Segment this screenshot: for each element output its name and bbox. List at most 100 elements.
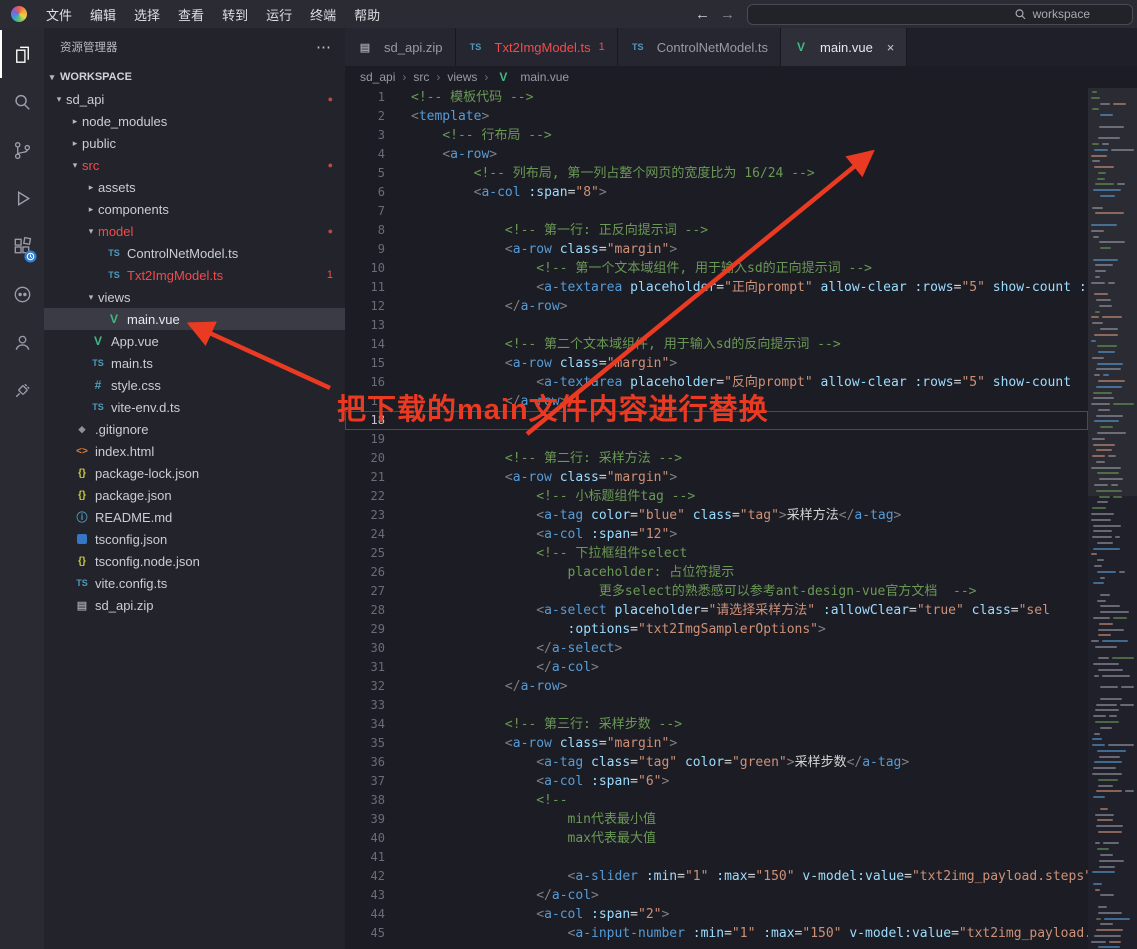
code-line-16[interactable]: 16 <a-textarea placeholder="反向prompt" al… bbox=[345, 373, 1088, 392]
line-number[interactable]: 42 bbox=[345, 867, 385, 886]
tab-sd-api-zip[interactable]: ▤sd_api.zip bbox=[345, 28, 456, 66]
close-icon[interactable]: × bbox=[887, 40, 895, 55]
line-number[interactable]: 37 bbox=[345, 772, 385, 791]
line-number[interactable]: 8 bbox=[345, 221, 385, 240]
code-line-37[interactable]: 37 <a-col :span="6"> bbox=[345, 772, 1088, 791]
code-line-17[interactable]: 17 </a-row> bbox=[345, 392, 1088, 411]
workspace-section-header[interactable]: ▾ WORKSPACE bbox=[44, 66, 345, 88]
code-line-25[interactable]: 25 <!-- 下拉框组件select bbox=[345, 544, 1088, 563]
breadcrumb-item-main-vue[interactable]: Vmain.vue bbox=[495, 70, 569, 84]
tree-item-sd-api-zip[interactable]: ▤sd_api.zip bbox=[44, 594, 345, 616]
more-actions-icon[interactable]: ⋯ bbox=[316, 38, 331, 56]
tree-item-views[interactable]: ▾views bbox=[44, 286, 345, 308]
line-number[interactable]: 31 bbox=[345, 658, 385, 677]
line-number[interactable]: 4 bbox=[345, 145, 385, 164]
code-line-22[interactable]: 22 <!-- 小标题组件tag --> bbox=[345, 487, 1088, 506]
command-search-input[interactable]: workspace bbox=[747, 4, 1133, 25]
line-number[interactable]: 17 bbox=[345, 392, 385, 411]
menu-item-5[interactable]: 运行 bbox=[257, 0, 301, 28]
code-line-20[interactable]: 20 <!-- 第二行: 采样方法 --> bbox=[345, 449, 1088, 468]
line-number[interactable]: 10 bbox=[345, 259, 385, 278]
back-icon[interactable]: ← bbox=[695, 6, 710, 23]
line-number[interactable]: 40 bbox=[345, 829, 385, 848]
code-line-4[interactable]: 4 <a-row> bbox=[345, 145, 1088, 164]
line-number[interactable]: 18 bbox=[345, 411, 385, 430]
run-debug-icon[interactable] bbox=[0, 174, 44, 222]
line-number[interactable]: 33 bbox=[345, 696, 385, 715]
code-line-45[interactable]: 45 <a-input-number :min="1" :max="150" v… bbox=[345, 924, 1088, 943]
line-number[interactable]: 20 bbox=[345, 449, 385, 468]
line-number[interactable]: 15 bbox=[345, 354, 385, 373]
line-number[interactable]: 39 bbox=[345, 810, 385, 829]
code-line-36[interactable]: 36 <a-tag class="tag" color="green">采样步数… bbox=[345, 753, 1088, 772]
menu-item-2[interactable]: 选择 bbox=[125, 0, 169, 28]
tree-item-src[interactable]: ▾src● bbox=[44, 154, 345, 176]
line-number[interactable]: 5 bbox=[345, 164, 385, 183]
code-line-12[interactable]: 12 </a-row> bbox=[345, 297, 1088, 316]
code-line-29[interactable]: 29 :options="txt2ImgSamplerOptions"> bbox=[345, 620, 1088, 639]
line-number[interactable]: 36 bbox=[345, 753, 385, 772]
menu-item-0[interactable]: 文件 bbox=[37, 0, 81, 28]
tree-item-style-css[interactable]: #style.css bbox=[44, 374, 345, 396]
code-line-33[interactable]: 33 bbox=[345, 696, 1088, 715]
code-editor[interactable]: 1<!-- 模板代码 -->2<template>3 <!-- 行布局 -->4… bbox=[345, 88, 1088, 949]
tree-item-package-lock-json[interactable]: {}package-lock.json bbox=[44, 462, 345, 484]
code-line-40[interactable]: 40 max代表最大值 bbox=[345, 829, 1088, 848]
tree-item-gitignore[interactable]: ◆.gitignore bbox=[44, 418, 345, 440]
tree-item-node-modules[interactable]: ▸node_modules bbox=[44, 110, 345, 132]
line-number[interactable]: 3 bbox=[345, 126, 385, 145]
line-number[interactable]: 19 bbox=[345, 430, 385, 449]
tree-item-app-vue[interactable]: VApp.vue bbox=[44, 330, 345, 352]
tab-txt2imgmodel-ts[interactable]: TSTxt2ImgModel.ts1 bbox=[456, 28, 618, 66]
code-line-39[interactable]: 39 min代表最小值 bbox=[345, 810, 1088, 829]
tree-item-index-html[interactable]: <>index.html bbox=[44, 440, 345, 462]
code-line-11[interactable]: 11 <a-textarea placeholder="正向prompt" al… bbox=[345, 278, 1088, 297]
code-line-43[interactable]: 43 </a-col> bbox=[345, 886, 1088, 905]
tree-item-main-ts[interactable]: TSmain.ts bbox=[44, 352, 345, 374]
search-icon[interactable] bbox=[0, 78, 44, 126]
breadcrumb-item-src[interactable]: src bbox=[413, 70, 429, 84]
code-line-30[interactable]: 30 </a-select> bbox=[345, 639, 1088, 658]
copilot-icon[interactable] bbox=[0, 270, 44, 318]
code-line-2[interactable]: 2<template> bbox=[345, 107, 1088, 126]
minimap[interactable] bbox=[1088, 88, 1137, 949]
line-number[interactable]: 9 bbox=[345, 240, 385, 259]
tree-item-assets[interactable]: ▸assets bbox=[44, 176, 345, 198]
code-line-9[interactable]: 9 <a-row class="margin"> bbox=[345, 240, 1088, 259]
menu-item-4[interactable]: 转到 bbox=[213, 0, 257, 28]
menu-item-7[interactable]: 帮助 bbox=[345, 0, 389, 28]
code-line-1[interactable]: 1<!-- 模板代码 --> bbox=[345, 88, 1088, 107]
extensions-icon[interactable] bbox=[0, 222, 44, 270]
tree-item-sd-api[interactable]: ▾sd_api● bbox=[44, 88, 345, 110]
code-line-35[interactable]: 35 <a-row class="margin"> bbox=[345, 734, 1088, 753]
line-number[interactable]: 7 bbox=[345, 202, 385, 221]
line-number[interactable]: 30 bbox=[345, 639, 385, 658]
tree-item-tsconfig-node-json[interactable]: {}tsconfig.node.json bbox=[44, 550, 345, 572]
line-number[interactable]: 27 bbox=[345, 582, 385, 601]
line-number[interactable]: 32 bbox=[345, 677, 385, 696]
line-number[interactable]: 43 bbox=[345, 886, 385, 905]
code-line-7[interactable]: 7 bbox=[345, 202, 1088, 221]
code-line-10[interactable]: 10 <!-- 第一个文本域组件, 用于输入sd的正向提示词 --> bbox=[345, 259, 1088, 278]
tree-item-vite-env-d-ts[interactable]: TSvite-env.d.ts bbox=[44, 396, 345, 418]
line-number[interactable]: 41 bbox=[345, 848, 385, 867]
tree-item-vite-config-ts[interactable]: TSvite.config.ts bbox=[44, 572, 345, 594]
code-line-19[interactable]: 19 bbox=[345, 430, 1088, 449]
tree-item-tsconfig-json[interactable]: tsconfig.json bbox=[44, 528, 345, 550]
line-number[interactable]: 14 bbox=[345, 335, 385, 354]
tree-item-package-json[interactable]: {}package.json bbox=[44, 484, 345, 506]
line-number[interactable]: 6 bbox=[345, 183, 385, 202]
line-number[interactable]: 45 bbox=[345, 924, 385, 943]
accounts-icon[interactable] bbox=[0, 318, 44, 366]
line-number[interactable]: 16 bbox=[345, 373, 385, 392]
line-number[interactable]: 22 bbox=[345, 487, 385, 506]
tab-main-vue[interactable]: Vmain.vue× bbox=[781, 28, 907, 66]
tree-item-txt2imgmodel-ts[interactable]: TSTxt2ImgModel.ts1 bbox=[44, 264, 345, 286]
code-line-18[interactable]: 18 bbox=[345, 411, 1088, 430]
menu-item-1[interactable]: 编辑 bbox=[81, 0, 125, 28]
line-number[interactable]: 12 bbox=[345, 297, 385, 316]
code-line-24[interactable]: 24 <a-col :span="12"> bbox=[345, 525, 1088, 544]
code-line-34[interactable]: 34 <!-- 第三行: 采样步数 --> bbox=[345, 715, 1088, 734]
code-line-15[interactable]: 15 <a-row class="margin"> bbox=[345, 354, 1088, 373]
code-line-27[interactable]: 27 更多select的熟悉感可以参考ant-design-vue官方文档 --… bbox=[345, 582, 1088, 601]
